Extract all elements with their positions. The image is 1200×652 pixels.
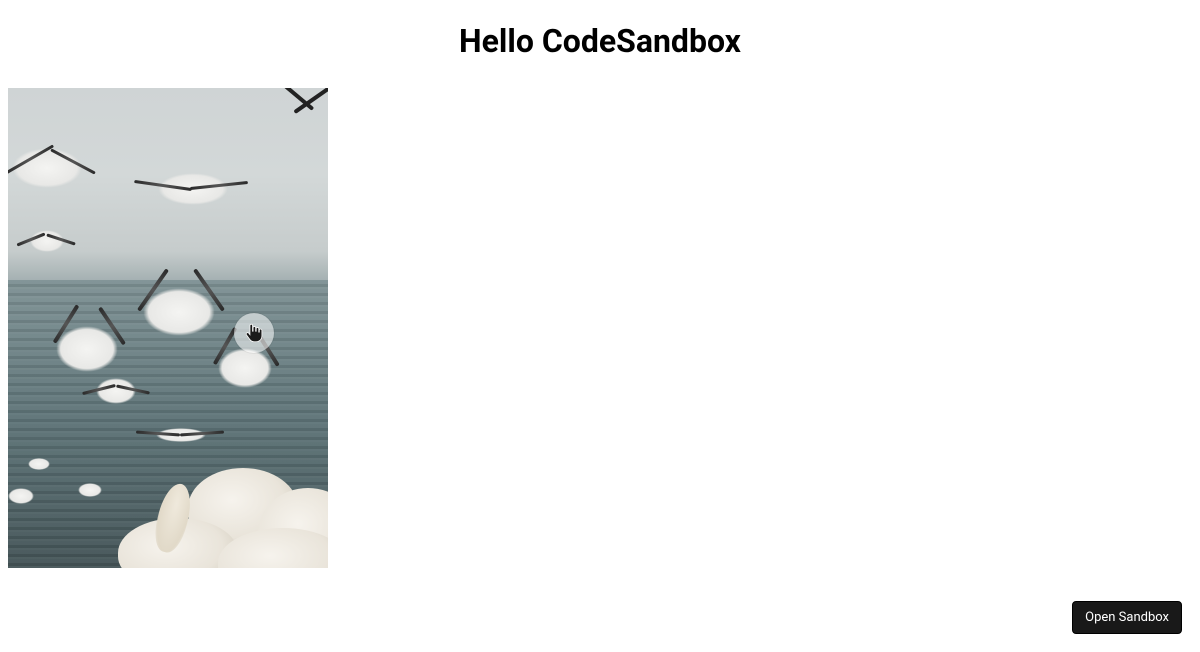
bird-icon bbox=[143, 288, 215, 336]
bird-icon bbox=[56, 326, 118, 372]
zoomable-image[interactable] bbox=[8, 88, 328, 568]
page-title: Hello CodeSandbox bbox=[0, 22, 1200, 60]
pointer-hand-icon bbox=[243, 322, 265, 344]
open-sandbox-button[interactable]: Open Sandbox bbox=[1072, 601, 1182, 634]
bird-icon bbox=[96, 378, 136, 404]
zoom-cursor-indicator bbox=[234, 313, 274, 353]
image-row bbox=[0, 88, 1200, 568]
bird-icon bbox=[8, 488, 34, 504]
bird-icon bbox=[12, 148, 82, 188]
bird-icon bbox=[78, 483, 102, 497]
bird-icon bbox=[28, 458, 50, 470]
bird-icon bbox=[218, 348, 272, 388]
